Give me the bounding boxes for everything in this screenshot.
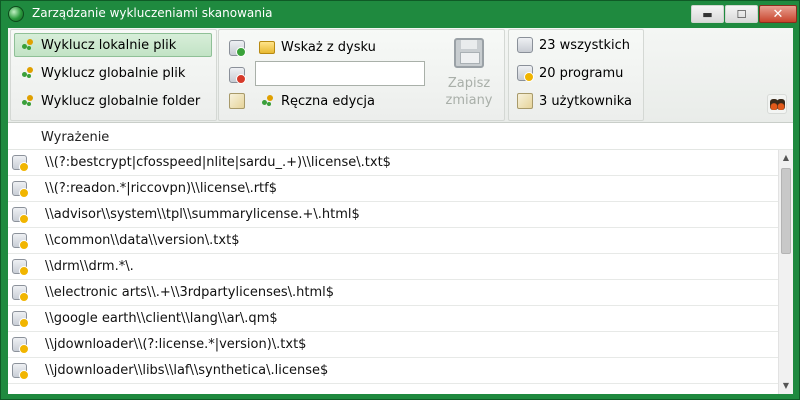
exclude-global-file-button[interactable]: Wyklucz globalnie plik (15, 61, 213, 85)
table-row[interactable]: \\advisor\\system\\tpl\\summarylicense.+… (8, 202, 778, 228)
table-row[interactable]: \\jdownloader\\(?:license.*|version)\.tx… (8, 332, 778, 358)
rule-icon (12, 311, 29, 328)
table-row[interactable]: \\jdownloader\\libs\\laf\\synthetica\.li… (8, 358, 778, 384)
row-expression: \\(?:readon.*|riccovpn)\\license\.rtf$ (45, 181, 277, 196)
rule-icon (12, 363, 29, 380)
count-user[interactable]: 3 użytkownika (517, 89, 632, 113)
browse-disk-button[interactable]: Wskaż z dysku (259, 35, 376, 59)
binoculars-lens-right (777, 99, 785, 110)
table-row[interactable]: \\(?:bestcrypt|cfosspeed|nlite|sardu_.+)… (8, 150, 778, 176)
save-changes-button[interactable]: Zapisz zmiany (439, 38, 499, 114)
browse-disk-label: Wskaż z dysku (281, 39, 376, 55)
count-program-label: 20 programu (539, 65, 624, 81)
row-expression: \\common\\data\\version\.txt$ (45, 233, 240, 248)
exclude-icon (21, 94, 35, 108)
table-row[interactable]: \\drm\\drm.*\. (8, 254, 778, 280)
folder-icon (259, 40, 275, 54)
row-expression: \\(?:bestcrypt|cfosspeed|nlite|sardu_.+)… (45, 155, 391, 170)
rule-icon (12, 181, 29, 198)
database-icon (517, 37, 533, 53)
row-expression: \\drm\\drm.*\. (45, 259, 134, 274)
rule-icon (12, 285, 29, 302)
exclude-options-group: Wyklucz lokalnie plik Wyklucz globalnie … (10, 29, 217, 121)
table-row[interactable]: \\electronic arts\\.+\\3rdpartylicenses\… (8, 280, 778, 306)
exclude-icon (21, 66, 35, 80)
maximize-button[interactable]: ☐ (725, 5, 758, 23)
user-rules-icon (517, 93, 533, 109)
scroll-thumb[interactable] (781, 168, 791, 254)
manual-edit-label: Ręczna edycja (281, 93, 376, 109)
close-button[interactable]: ✕ (759, 5, 797, 23)
rule-icon (12, 155, 29, 172)
edit-group: Wskaż z dysku Ręczna edycja Zapisz zmian… (218, 29, 505, 121)
table-row[interactable]: \\(?:readon.*|riccovpn)\\license\.rtf$ (8, 176, 778, 202)
row-expression: \\jdownloader\\(?:license.*|version)\.tx… (45, 337, 307, 352)
counts-group: 23 wszystkich 20 programu 3 użytkownika (508, 29, 644, 121)
app-logo-icon (8, 6, 24, 22)
row-expression: \\advisor\\system\\tpl\\summarylicense.+… (45, 207, 360, 222)
close-icon: ✕ (772, 7, 784, 22)
exclude-icon (261, 94, 275, 108)
count-user-label: 3 użytkownika (539, 93, 633, 109)
window-title: Zarządzanie wykluczeniami skanowania (32, 6, 273, 20)
toolbar: Wyklucz lokalnie plik Wyklucz globalnie … (8, 28, 793, 123)
search-binoculars-icon[interactable] (767, 94, 787, 114)
table-header: Wyrażenie (8, 124, 793, 150)
count-all[interactable]: 23 wszystkich (517, 33, 630, 57)
table-row[interactable]: \\common\\data\\version\.txt$ (8, 228, 778, 254)
title-bar[interactable]: Zarządzanie wykluczeniami skanowania ▬ ☐… (1, 1, 799, 28)
add-entry-icon[interactable] (229, 40, 246, 57)
exclude-global-file-label: Wyklucz globalnie plik (41, 65, 186, 81)
app-window: Zarządzanie wykluczeniami skanowania ▬ ☐… (0, 0, 800, 400)
save-changes-label: Zapisz zmiany (445, 76, 493, 108)
program-rules-icon (517, 65, 534, 82)
path-input[interactable] (255, 61, 425, 86)
exclude-icon (21, 38, 35, 52)
table-row[interactable]: \\google earth\\client\\lang\\ar\.qm$ (8, 306, 778, 332)
edit-entry-icon[interactable] (229, 93, 245, 109)
remove-entry-icon[interactable] (229, 67, 246, 84)
count-program[interactable]: 20 programu (517, 61, 623, 85)
count-all-label: 23 wszystkich (539, 37, 630, 53)
row-expression: \\electronic arts\\.+\\3rdpartylicenses\… (45, 285, 335, 300)
rule-icon (12, 233, 29, 250)
floppy-disk-icon (454, 38, 484, 68)
client-area: Wyklucz lokalnie plik Wyklucz globalnie … (8, 28, 793, 394)
exclude-local-file-label: Wyklucz lokalnie plik (41, 37, 177, 53)
minimize-button[interactable]: ▬ (691, 5, 724, 23)
scroll-up-icon[interactable]: ▲ (779, 150, 793, 166)
manual-edit-button[interactable]: Ręczna edycja (261, 89, 375, 113)
exclude-global-folder-label: Wyklucz globalnie folder (41, 93, 201, 109)
minimize-icon: ▬ (702, 8, 713, 21)
row-expression: \\jdownloader\\libs\\laf\\synthetica\.li… (45, 363, 329, 378)
maximize-icon: ☐ (736, 8, 747, 21)
scroll-down-icon[interactable]: ▼ (779, 378, 793, 394)
vertical-scrollbar[interactable]: ▲ ▼ (778, 150, 793, 394)
row-expression: \\google earth\\client\\lang\\ar\.qm$ (45, 311, 278, 326)
exclusion-list: \\(?:bestcrypt|cfosspeed|nlite|sardu_.+)… (8, 150, 778, 394)
rule-icon (12, 337, 29, 354)
exclude-local-file-button[interactable]: Wyklucz lokalnie plik (14, 33, 212, 57)
rule-icon (12, 207, 29, 224)
rule-icon (12, 259, 29, 276)
exclude-global-folder-button[interactable]: Wyklucz globalnie folder (15, 89, 213, 113)
column-header-expression[interactable]: Wyrażenie (41, 130, 109, 145)
